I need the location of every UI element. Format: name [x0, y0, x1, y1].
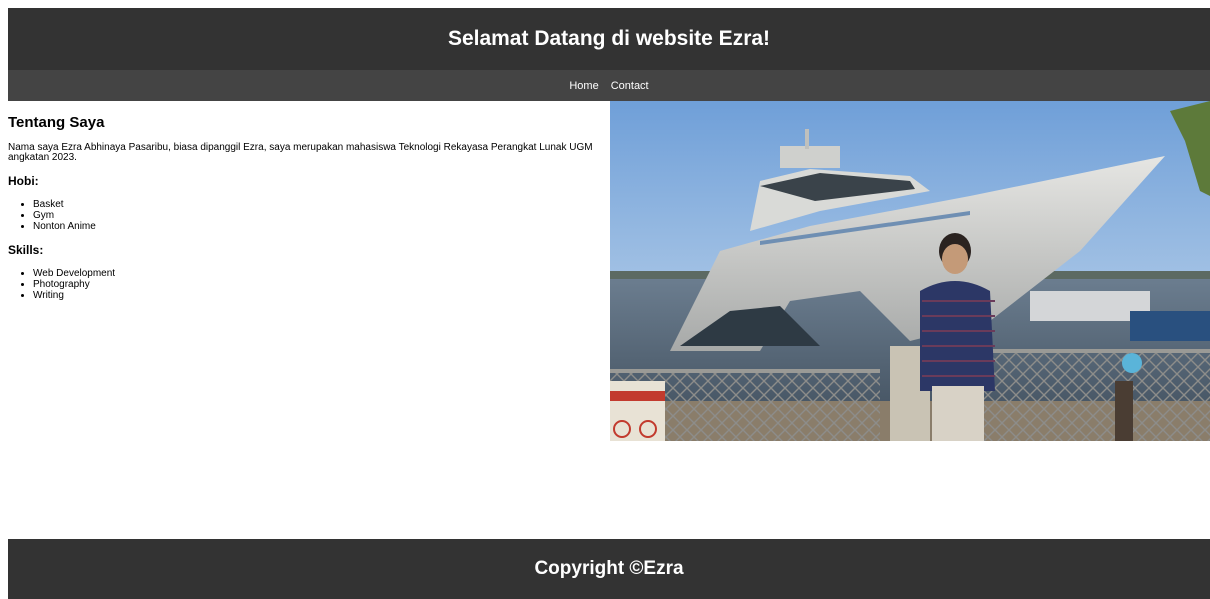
hobby-item: Nonton Anime — [33, 221, 610, 232]
main-nav: Home Contact — [8, 70, 1210, 101]
hobby-item: Gym — [33, 210, 610, 221]
site-header: Selamat Datang di website Ezra! — [8, 8, 1210, 70]
hobbies-list: Basket Gym Nonton Anime — [8, 199, 610, 232]
about-section: Tentang Saya Nama saya Ezra Abhinaya Pas… — [8, 101, 610, 441]
about-title: Tentang Saya — [8, 114, 105, 131]
photo-illustration — [610, 101, 1210, 441]
about-description: Nama saya Ezra Abhinaya Pasaribu, biasa … — [8, 142, 593, 163]
site-title: Selamat Datang di website Ezra! — [447, 27, 771, 50]
profile-photo — [610, 101, 1210, 441]
copyright-text: Copyright ©Ezra — [534, 558, 684, 579]
hobbies-title: Hobi: — [8, 174, 39, 188]
hobby-item: Basket — [33, 199, 610, 210]
skill-item: Writing — [33, 290, 610, 301]
nav-link-contact[interactable]: Contact — [611, 80, 649, 92]
skills-title: Skills: — [8, 243, 44, 257]
page: Selamat Datang di website Ezra! Home Con… — [8, 8, 1210, 599]
skill-item: Photography — [33, 279, 610, 290]
site-footer: Copyright ©Ezra — [8, 539, 1210, 599]
nav-link-home[interactable]: Home — [569, 80, 598, 92]
skills-list: Web Development Photography Writing — [8, 268, 610, 301]
skill-item: Web Development — [33, 268, 610, 279]
